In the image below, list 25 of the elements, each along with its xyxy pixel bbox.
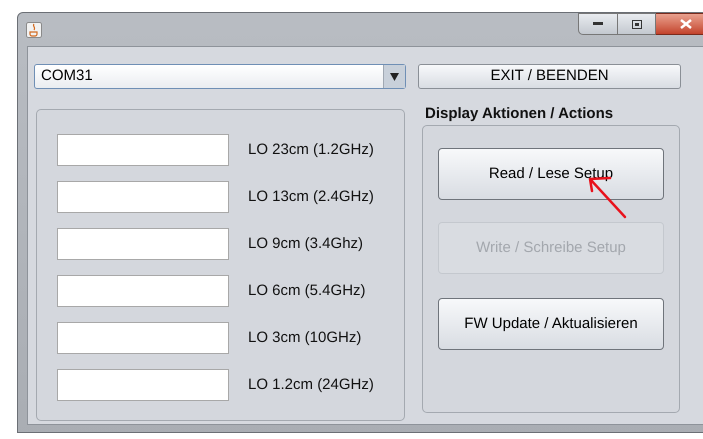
port-value: COM31	[41, 66, 93, 86]
frequency-label: LO 6cm (5.4GHz)	[248, 280, 366, 301]
close-icon	[680, 19, 692, 29]
frequency-input[interactable]	[57, 369, 229, 401]
frequency-input[interactable]	[57, 275, 229, 307]
frequency-input[interactable]	[57, 181, 229, 213]
frequency-label: LO 1.2cm (24GHz)	[248, 374, 374, 395]
maximize-icon	[632, 20, 642, 28]
maximize-button[interactable]	[618, 13, 656, 35]
frequency-label: LO 3cm (10GHz)	[248, 328, 362, 348]
java-cup-icon	[26, 22, 42, 38]
frequency-label: LO 23cm (1.2GHz)	[248, 140, 374, 160]
frequency-label: LO 13cm (2.4GHz)	[248, 186, 374, 207]
minimize-icon	[593, 22, 603, 26]
frequency-input[interactable]	[57, 228, 229, 260]
close-button[interactable]	[656, 13, 703, 35]
frequency-input[interactable]	[57, 322, 229, 354]
dropdown-arrow-icon	[390, 72, 399, 80]
frequency-label: LO 9cm (3.4Ghz)	[248, 234, 364, 254]
actions-title: Display Aktionen / Actions	[424, 104, 614, 124]
exit-button[interactable]: EXIT / BEENDEN	[418, 64, 681, 89]
action-button[interactable]: FW Update / Aktualisieren	[438, 298, 664, 350]
port-dropdown[interactable]: COM31	[34, 64, 406, 89]
frequency-input[interactable]	[57, 134, 229, 166]
minimize-button[interactable]	[578, 13, 618, 35]
